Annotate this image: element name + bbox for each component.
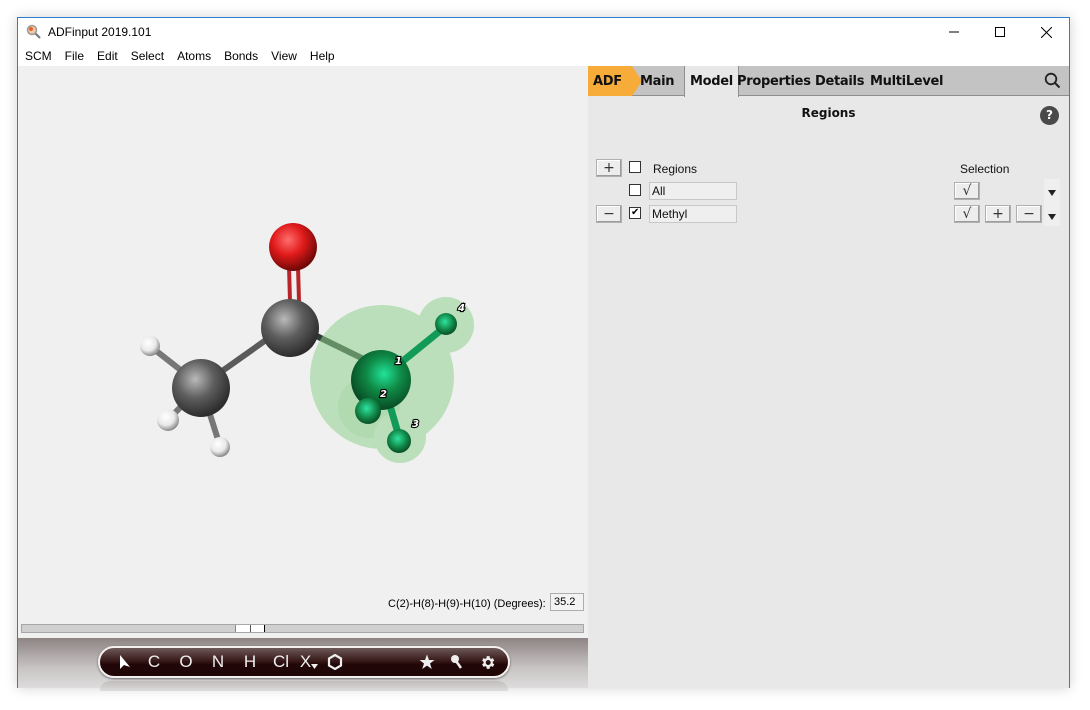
- region-all-menu-arrow-icon[interactable]: [1048, 190, 1056, 196]
- region-methyl-menu-arrow-icon[interactable]: [1048, 214, 1056, 220]
- hydrogen-button[interactable]: H: [234, 648, 266, 676]
- menu-atoms[interactable]: Atoms: [170, 46, 217, 66]
- minimize-icon: [949, 31, 959, 33]
- atom-index-label: 1: [395, 356, 402, 367]
- remove-region-button[interactable]: −: [596, 205, 622, 223]
- ring-icon: [327, 654, 343, 670]
- menu-scm[interactable]: SCM: [18, 46, 58, 66]
- molecule-view[interactable]: 1 2 3 4: [18, 66, 588, 616]
- region-all-select-button[interactable]: √: [954, 182, 980, 200]
- close-button[interactable]: [1023, 18, 1069, 46]
- menu-bar: SCM File Edit Select Atoms Bonds View He…: [18, 46, 1069, 66]
- maximize-icon: [995, 27, 1005, 37]
- dropdown-arrow-icon: [311, 664, 319, 669]
- oxygen-button[interactable]: O: [170, 648, 202, 676]
- region-methyl-select-button[interactable]: √: [954, 205, 980, 223]
- selection-header: Selection: [960, 162, 1010, 176]
- section-title: Regions: [801, 106, 856, 120]
- atom-index-label: 3: [412, 419, 419, 430]
- atom-hydrogen[interactable]: [157, 409, 179, 431]
- add-region-button[interactable]: +: [596, 159, 622, 177]
- panel-tab-bar: ADF Main Model Properties Details MultiL…: [588, 66, 1069, 97]
- nitrogen-button[interactable]: N: [202, 648, 234, 676]
- menu-view[interactable]: View: [264, 46, 303, 66]
- region-all-name-field[interactable]: [649, 182, 737, 200]
- region-methyl-remove-atoms-button[interactable]: −: [1016, 205, 1042, 223]
- regions-header: Regions: [653, 162, 698, 176]
- search-button[interactable]: [1044, 72, 1061, 94]
- pointer-icon: [120, 655, 130, 669]
- menu-edit[interactable]: Edit: [90, 46, 124, 66]
- search-icon: [1044, 72, 1061, 89]
- menu-select[interactable]: Select: [124, 46, 170, 66]
- atom-selected-hydrogen[interactable]: [355, 398, 381, 424]
- tab-properties[interactable]: Properties: [737, 66, 811, 96]
- app-window: ADFinput 2019.101 SCM File Edit Select A…: [17, 17, 1070, 691]
- carbon-button[interactable]: C: [138, 648, 170, 676]
- dihedral-slider-thumb[interactable]: [235, 625, 265, 632]
- atom-toolbar-area: C O N H Cl X: [18, 638, 588, 691]
- atom-hydrogen[interactable]: [140, 336, 160, 356]
- menu-help[interactable]: Help: [303, 46, 341, 66]
- atom-methyl-carbon-left[interactable]: [172, 359, 230, 417]
- menu-file[interactable]: File: [58, 46, 90, 66]
- select-tool-button[interactable]: [112, 648, 138, 676]
- title-bar: ADFinput 2019.101: [18, 18, 1069, 46]
- dihedral-angle-input[interactable]: [550, 593, 584, 611]
- help-icon[interactable]: ?: [1040, 106, 1059, 125]
- ring-tool-button[interactable]: [322, 648, 348, 676]
- app-logo-icon: [26, 24, 42, 40]
- region-all-checkbox[interactable]: [629, 184, 641, 196]
- properties-panel: ADF Main Model Properties Details MultiL…: [588, 66, 1069, 688]
- atom-toolbar: C O N H Cl X: [98, 646, 510, 678]
- close-icon: [1040, 26, 1052, 38]
- select-all-regions-checkbox[interactable]: [629, 161, 641, 173]
- atom-index-label: 4: [457, 303, 465, 314]
- pin-icon: [451, 655, 463, 669]
- dihedral-label: C(2)-H(8)-H(9)-H(10) (Degrees):: [388, 598, 546, 610]
- tab-model[interactable]: Model: [684, 66, 739, 97]
- gear-icon: [481, 655, 494, 669]
- settings-button[interactable]: [472, 648, 502, 676]
- molecule-viewport[interactable]: 1 2 3 4 C(2)-H(8)-H(9)-H(10) (Degrees):: [18, 66, 588, 638]
- tab-main[interactable]: Main: [640, 66, 675, 96]
- chlorine-button[interactable]: Cl: [266, 648, 296, 676]
- tab-adf[interactable]: ADF: [593, 66, 622, 96]
- atom-oxygen[interactable]: [269, 223, 317, 271]
- toolbar-reflection: [100, 681, 508, 691]
- window-title: ADFinput 2019.101: [48, 25, 152, 39]
- atom-carbonyl-carbon[interactable]: [261, 299, 319, 357]
- tab-multilevel[interactable]: MultiLevel: [870, 66, 943, 96]
- atom-index-label: 2: [380, 389, 387, 400]
- tab-details[interactable]: Details: [815, 66, 864, 96]
- other-element-button[interactable]: X: [296, 648, 322, 676]
- other-element-label: X: [299, 652, 312, 671]
- region-options-column: [1044, 179, 1060, 226]
- minimize-button[interactable]: [931, 18, 977, 46]
- menu-bonds[interactable]: Bonds: [217, 46, 264, 66]
- atom-selected-hydrogen[interactable]: [387, 429, 411, 453]
- region-methyl-name-field[interactable]: [649, 205, 737, 223]
- atom-selected-hydrogen[interactable]: [435, 313, 457, 335]
- region-methyl-checkbox[interactable]: [629, 207, 641, 219]
- dihedral-slider[interactable]: [21, 624, 584, 633]
- atom-hydrogen[interactable]: [210, 437, 230, 457]
- favorites-button[interactable]: [412, 648, 442, 676]
- pin-tool-button[interactable]: [442, 648, 472, 676]
- star-icon: [419, 654, 435, 669]
- maximize-button[interactable]: [977, 18, 1023, 46]
- region-methyl-add-atoms-button[interactable]: +: [985, 205, 1011, 223]
